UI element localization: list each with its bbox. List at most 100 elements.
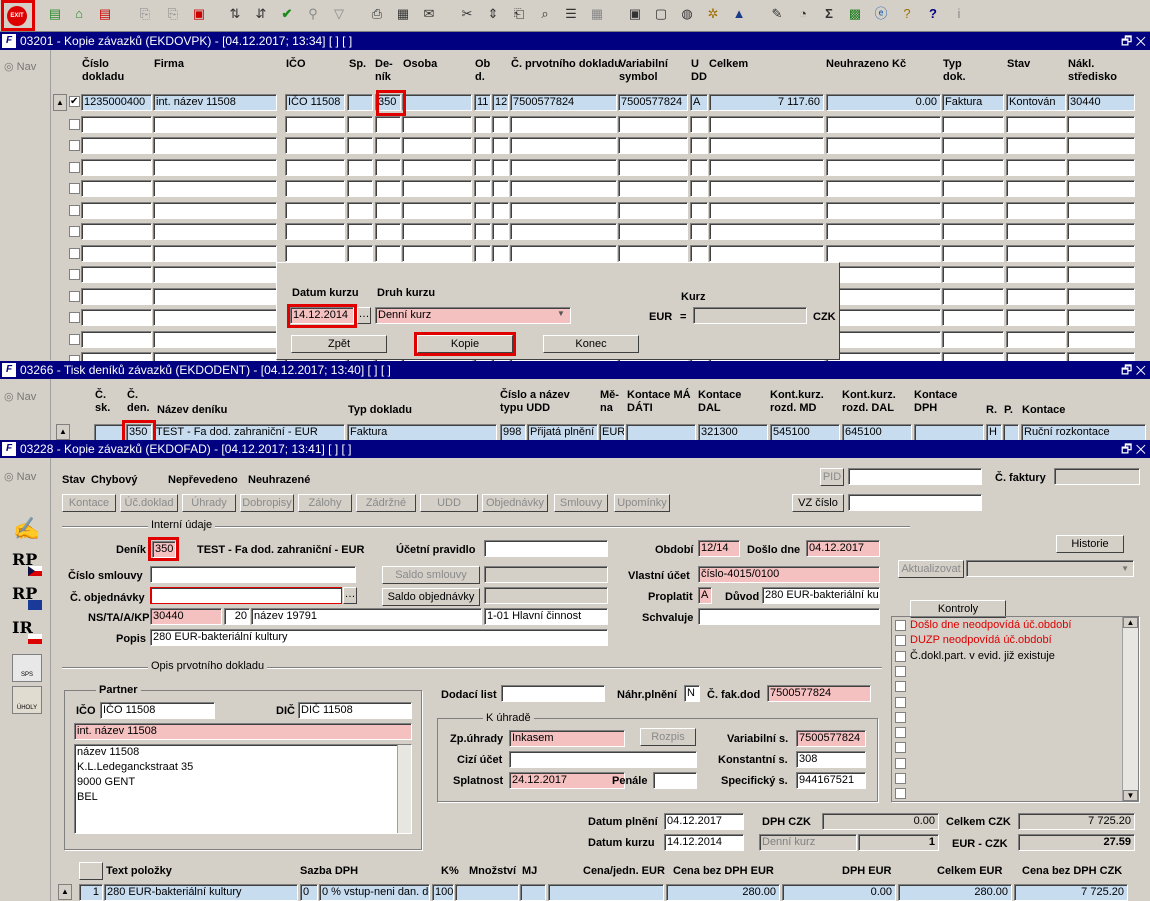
empty-cell[interactable] bbox=[690, 223, 708, 240]
empty-cell[interactable] bbox=[402, 137, 472, 154]
popis-input[interactable]: 280 EUR-bakteriální kultury bbox=[150, 629, 608, 646]
empty-cell[interactable] bbox=[347, 158, 373, 176]
row-checkbox[interactable] bbox=[69, 118, 80, 130]
cell-typ[interactable]: Faktura bbox=[942, 94, 1004, 111]
row-checkbox[interactable] bbox=[69, 226, 80, 237]
empty-cell[interactable] bbox=[492, 180, 509, 197]
insert-icon[interactable]: ⌂ bbox=[70, 5, 88, 23]
empty-cell[interactable] bbox=[1006, 287, 1066, 305]
filter-icon[interactable]: ▽ bbox=[330, 5, 348, 23]
empty-cell[interactable] bbox=[709, 137, 824, 154]
saldo-objednavky-button[interactable]: Saldo objednávky bbox=[382, 588, 480, 606]
cell-firma[interactable]: int. název 11508 bbox=[153, 94, 277, 111]
empty-cell[interactable] bbox=[690, 180, 708, 197]
empty-cell[interactable] bbox=[81, 201, 152, 219]
empty-cell[interactable] bbox=[510, 158, 617, 176]
empty-cell[interactable] bbox=[618, 223, 688, 240]
empty-cell[interactable] bbox=[1006, 137, 1066, 154]
ucetni-pravidlo-input[interactable] bbox=[484, 540, 608, 557]
calculator-icon[interactable]: ▣ bbox=[626, 5, 644, 23]
ir-cz-icon[interactable]: IR bbox=[12, 618, 44, 648]
empty-cell[interactable] bbox=[618, 201, 688, 219]
aktualizovat-select[interactable]: ▼ bbox=[966, 560, 1134, 577]
cell-udd-no[interactable]: 998 bbox=[500, 424, 526, 441]
row-scroll-up-icon[interactable]: ▲ bbox=[56, 424, 70, 440]
empty-cell[interactable] bbox=[618, 158, 688, 176]
rozpis-button[interactable]: Rozpis bbox=[640, 728, 696, 746]
item-r[interactable]: 1 bbox=[79, 884, 103, 901]
specificky-s-input[interactable]: 944167521 bbox=[796, 772, 866, 789]
tab-button[interactable]: Dobropisy bbox=[240, 494, 294, 512]
tab-button[interactable]: Smlouvy bbox=[554, 494, 608, 512]
print-icon[interactable]: ⎙ bbox=[368, 5, 386, 23]
empty-cell[interactable] bbox=[153, 330, 277, 348]
help-context-icon[interactable]: ? bbox=[898, 5, 916, 23]
paste-icon[interactable]: ⎗ bbox=[510, 5, 528, 23]
empty-cell[interactable] bbox=[1067, 158, 1135, 176]
empty-cell[interactable] bbox=[81, 115, 152, 133]
empty-cell[interactable] bbox=[492, 223, 509, 240]
kontrola-checkbox[interactable] bbox=[895, 620, 906, 631]
window-controls-icon[interactable]: 🗗 ✕ bbox=[1121, 440, 1146, 458]
empty-cell[interactable] bbox=[942, 180, 1004, 197]
cell-sk[interactable] bbox=[94, 424, 124, 441]
doslo-dne-input[interactable]: 04.12.2017 bbox=[806, 540, 880, 557]
empty-cell[interactable] bbox=[1006, 223, 1066, 240]
empty-cell[interactable] bbox=[347, 223, 373, 240]
cell-ob[interactable]: 11 bbox=[474, 94, 491, 111]
empty-cell[interactable] bbox=[942, 330, 1004, 348]
empty-cell[interactable] bbox=[510, 223, 617, 240]
scroll-down-icon[interactable]: ▼ bbox=[1123, 790, 1138, 801]
row-checkbox[interactable] bbox=[69, 161, 80, 173]
c-fak-dod-input[interactable]: 7500577824 bbox=[767, 685, 871, 702]
empty-cell[interactable] bbox=[492, 201, 509, 219]
cell-sp[interactable] bbox=[347, 94, 373, 111]
empty-cell[interactable] bbox=[1006, 158, 1066, 176]
cell-kurz-md[interactable]: 545100 bbox=[770, 424, 840, 441]
empty-cell[interactable] bbox=[492, 137, 509, 154]
kontrola-checkbox[interactable] bbox=[895, 773, 906, 784]
item-k[interactable]: 100 bbox=[432, 884, 454, 901]
duvod-input[interactable]: 280 EUR-bakteriální kultu bbox=[762, 587, 880, 604]
empty-cell[interactable] bbox=[510, 180, 617, 197]
empty-cell[interactable] bbox=[1067, 180, 1135, 197]
kontrola-checkbox[interactable] bbox=[895, 650, 906, 662]
empty-cell[interactable] bbox=[618, 180, 688, 197]
excel-icon[interactable]: ▩ bbox=[846, 5, 864, 23]
nav-button[interactable]: ◎ Nav bbox=[4, 60, 36, 73]
cell-dal[interactable]: 321300 bbox=[698, 424, 768, 441]
pid-button[interactable]: PID bbox=[820, 468, 844, 486]
empty-cell[interactable] bbox=[1067, 201, 1135, 219]
penale-input[interactable] bbox=[653, 772, 697, 789]
empty-cell[interactable] bbox=[1067, 115, 1135, 133]
empty-cell[interactable] bbox=[709, 223, 824, 240]
empty-cell[interactable] bbox=[1067, 287, 1135, 305]
empty-cell[interactable] bbox=[153, 201, 277, 219]
rp-cz-icon[interactable]: RP bbox=[12, 550, 44, 580]
empty-cell[interactable] bbox=[81, 158, 152, 176]
cut-icon[interactable]: ✂ bbox=[458, 5, 476, 23]
row-checkbox[interactable]: ✔ bbox=[69, 96, 80, 107]
tab-button[interactable]: Úhrady bbox=[182, 494, 236, 512]
cell-dph[interactable] bbox=[914, 424, 984, 441]
cislo-faktury-input[interactable] bbox=[1054, 468, 1140, 485]
row-checkbox[interactable] bbox=[69, 140, 80, 151]
schvaluje-input[interactable] bbox=[698, 608, 880, 625]
nav-button[interactable]: ◎ Nav bbox=[4, 390, 36, 403]
dodaci-list-input[interactable] bbox=[501, 685, 605, 702]
empty-cell[interactable] bbox=[826, 309, 941, 326]
uhely-icon[interactable]: ÚHOLY bbox=[12, 686, 42, 714]
cell-variabilni[interactable]: 7500577824 bbox=[618, 94, 688, 111]
konstantni-s-input[interactable]: 308 bbox=[796, 751, 866, 768]
empty-cell[interactable] bbox=[1067, 330, 1135, 348]
empty-cell[interactable] bbox=[402, 244, 472, 262]
zpet-button[interactable]: Zpět bbox=[291, 335, 387, 353]
export-icon[interactable]: ▦ bbox=[394, 5, 412, 23]
tab-button[interactable]: Kontace bbox=[62, 494, 116, 512]
empty-cell[interactable] bbox=[285, 158, 345, 176]
variabilni-s-input[interactable]: 7500577824 bbox=[796, 730, 866, 747]
splatnost-input[interactable]: 24.12.2017 bbox=[509, 772, 625, 789]
date-picker-button[interactable]: … bbox=[357, 307, 371, 324]
empty-cell[interactable] bbox=[942, 309, 1004, 326]
cell-stav[interactable]: Kontován bbox=[1006, 94, 1066, 111]
